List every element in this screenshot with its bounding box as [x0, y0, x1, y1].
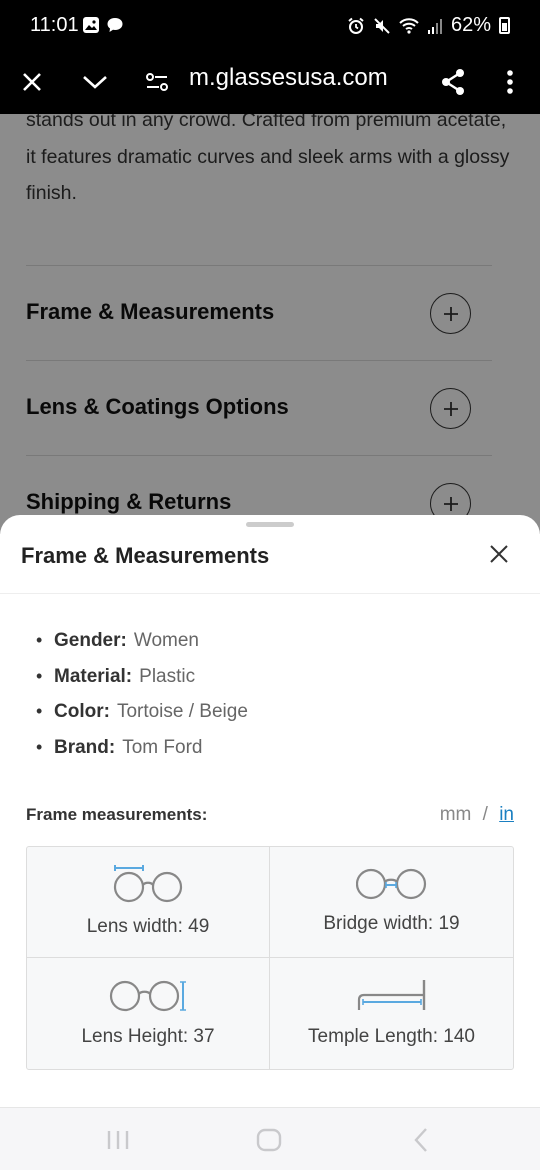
site-settings-icon[interactable] [137, 62, 177, 102]
frame-properties-list: Gender: Women Material: Plastic Color: Tort… [36, 630, 248, 773]
measurement-temple-length: Temple Length: 140 [270, 958, 513, 1069]
close-tab-icon[interactable] [12, 62, 52, 102]
measurement-label: Bridge width: 19 [323, 913, 460, 934]
battery-icon [499, 17, 510, 34]
bridge-width-icon [355, 868, 426, 900]
share-icon[interactable] [433, 62, 473, 102]
status-notification-icons [82, 16, 124, 34]
battery-percent: 62% [450, 14, 491, 36]
property-material: Material: Plastic [36, 666, 248, 702]
property-value: Women [133, 630, 199, 651]
chevron-down-icon[interactable] [75, 62, 115, 102]
unit-mm[interactable]: mm [440, 804, 472, 825]
bottom-sheet: Frame & Measurements Gender: Women Materi… [0, 515, 540, 1107]
property-value: Tortoise / Beige [116, 701, 248, 723]
modal-backdrop[interactable] [0, 114, 540, 534]
unit-in[interactable]: in [499, 804, 514, 825]
image-notification-icon [83, 17, 99, 33]
chat-notification-icon [107, 18, 123, 32]
sheet-title: Frame & Measurements [21, 543, 270, 568]
more-options-icon[interactable] [490, 62, 530, 102]
system-nav-bar [0, 1107, 540, 1170]
back-icon[interactable] [406, 1125, 436, 1155]
mute-icon [374, 17, 390, 34]
status-right: 62% [347, 14, 510, 37]
measurement-lens-height: Lens Height: 37 [27, 958, 270, 1069]
property-brand: Brand: Tom Ford [36, 737, 248, 773]
url-text[interactable]: m.glassesusa.com [189, 64, 388, 92]
measurement-bridge-width: Bridge width: 19 [270, 847, 513, 958]
property-key: Color: [54, 701, 110, 723]
property-key: Gender: [54, 630, 127, 651]
lens-width-icon [113, 865, 183, 903]
measurement-lens-width: Lens width: 49 [27, 847, 270, 958]
lens-height-icon [109, 980, 186, 1012]
measurement-label: Lens width: 49 [86, 916, 210, 937]
unit-toggle: mm / in [440, 804, 514, 826]
browser-toolbar: m.glassesusa.com [0, 50, 540, 114]
property-value: Plastic [139, 665, 196, 687]
property-color: Color: Tortoise / Beige [36, 701, 248, 737]
close-icon[interactable] [484, 539, 514, 569]
divider [0, 593, 540, 594]
measurements-grid: Lens width: 49 Bridge width: 19 Lens Hei… [26, 846, 514, 1070]
property-key: Brand: [54, 737, 116, 759]
drag-handle[interactable] [246, 522, 294, 527]
temple-length-icon [357, 980, 425, 1010]
property-value: Tom Ford [122, 737, 203, 759]
status-time: 11:01 [30, 14, 79, 36]
wifi-icon [399, 17, 419, 34]
status-bar: 11:01 62% [0, 0, 540, 50]
property-key: Material: [54, 665, 133, 687]
unit-separator: / [482, 804, 488, 825]
frame-measurements-heading: Frame measurements: [26, 805, 208, 824]
home-icon[interactable] [254, 1125, 284, 1155]
measurement-label: Temple Length: 140 [308, 1026, 475, 1047]
recent-apps-icon[interactable] [103, 1125, 133, 1155]
measurement-label: Lens Height: 37 [81, 1026, 215, 1047]
property-gender: Gender: Women [36, 630, 248, 666]
signal-icon [427, 18, 442, 34]
alarm-icon [348, 17, 364, 34]
